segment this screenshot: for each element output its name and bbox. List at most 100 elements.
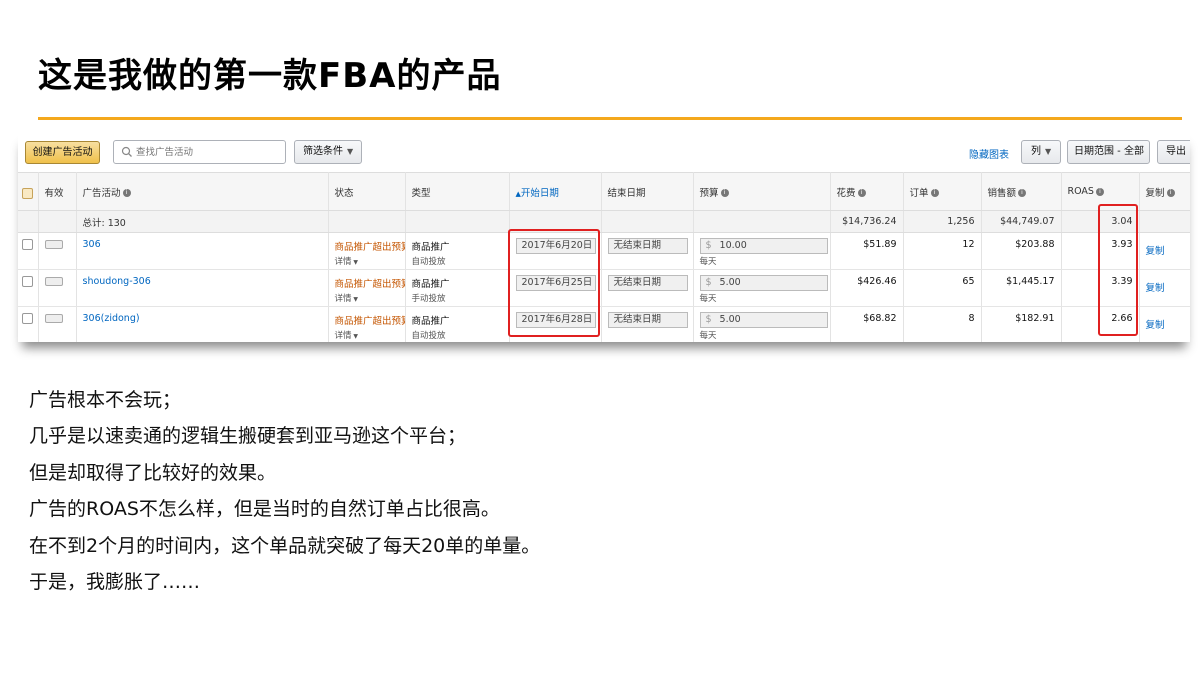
active-toggle[interactable] [44, 314, 63, 323]
type-text: 商品推广 [411, 316, 450, 327]
title-underline [38, 117, 1182, 120]
select-all-checkbox[interactable] [22, 187, 33, 199]
note-line: 于是，我膨胀了…… [29, 571, 201, 594]
header-spend-label: 花费 [836, 187, 856, 199]
copy-link[interactable]: 复制 [1146, 317, 1184, 331]
header-budget[interactable]: 预算 i [693, 172, 831, 211]
slide-notes: 广告根本不会玩； 几乎是以速卖通的逻辑生搬硬套到亚马逊这个平台； 但是却取得了比… [29, 382, 540, 600]
header-spend[interactable]: 花费 i [830, 172, 904, 211]
type-text: 商品推广 [411, 242, 450, 253]
filter-dropdown[interactable]: 筛选条件 ▼ [294, 140, 362, 164]
campaign-link[interactable]: 306 [83, 239, 322, 250]
header-budget-label: 预算 [699, 187, 719, 199]
campaign-table: 有效 广告活动 i 状态 类型 ▲开始日期 结束日期 预算 i 花费 i 订单 i 销售… [18, 172, 1190, 342]
header-campaign-label: 广告活动 [82, 187, 121, 199]
hide-chart-link[interactable]: 隐藏图表 [969, 146, 1009, 161]
chevron-down-icon: ▼ [351, 333, 359, 340]
note-line: 但是却取得了比较好的效果。 [29, 461, 277, 484]
campaign-search-box[interactable] [113, 140, 286, 164]
campaign-manager-screenshot: 创建广告活动 筛选条件▼ 隐藏图表 列▼ 日期范围 - 全部 导出 有效 广告活… [18, 132, 1190, 342]
total-label: 总计: 130 [76, 210, 329, 233]
search-icon [121, 146, 132, 157]
campaign-link[interactable]: 306(zidong) [83, 313, 322, 324]
budget-unit: 每天 [699, 294, 717, 304]
status-details-label: 详情 [334, 331, 352, 341]
orders-value: 65 [962, 276, 975, 287]
total-row: 总计: 130 $14,736.24 1,256 $44,749.07 3.04 [18, 210, 1190, 233]
currency-symbol: $ [705, 240, 712, 251]
columns-dropdown[interactable]: 列 ▼ [1021, 140, 1061, 164]
end-date-field[interactable]: 无结束日期 [607, 238, 688, 254]
note-line: 广告的ROAS不怎么样，但是当时的自然订单占比很高。 [29, 498, 500, 521]
end-date-field[interactable]: 无结束日期 [607, 312, 688, 328]
currency-symbol: $ [705, 277, 712, 288]
chevron-down-icon: ▼ [351, 259, 359, 266]
status-text: 商品推广超出预算 [334, 242, 405, 253]
budget-unit: 每天 [699, 257, 717, 267]
export-button[interactable]: 导出 [1157, 140, 1190, 164]
search-input[interactable] [136, 144, 282, 160]
total-orders: 1,256 [903, 210, 982, 233]
sales-value: $182.91 [1015, 313, 1055, 324]
row-checkbox[interactable] [22, 276, 33, 287]
create-campaign-button[interactable]: 创建广告活动 [25, 141, 100, 164]
slide-title: 这是我做的第一款FBA的产品 [38, 56, 502, 96]
table-row: 306 商品推广超出预算 详情 ▼ 商品推广 自动投放 2017年6月20日 无结束… [18, 232, 1190, 270]
start-date-highlight [508, 229, 600, 337]
status-text: 商品推广超出预算 [334, 279, 405, 290]
chevron-down-icon: ▼ [347, 147, 354, 156]
status-details-link[interactable]: 详情 ▼ [335, 292, 399, 304]
budget-field[interactable]: $5.00 [699, 312, 828, 328]
status-details-label: 详情 [334, 257, 352, 267]
row-checkbox[interactable] [22, 313, 33, 324]
targeting-text: 手动投放 [411, 294, 446, 304]
campaign-link[interactable]: shoudong-306 [83, 276, 322, 287]
header-start-date[interactable]: ▲开始日期 [509, 172, 602, 211]
columns-label: 列 [1031, 146, 1041, 157]
header-copy-label: 复制 [1145, 187, 1165, 199]
chevron-down-icon: ▼ [1045, 147, 1052, 156]
status-details-link[interactable]: 详情 ▼ [335, 329, 399, 341]
sales-value: $1,445.17 [1006, 276, 1055, 287]
header-sales[interactable]: 销售额 i [981, 172, 1062, 211]
status-details-label: 详情 [334, 294, 352, 304]
copy-link[interactable]: 复制 [1146, 280, 1184, 294]
header-campaign[interactable]: 广告活动 i [76, 172, 329, 211]
table-row: shoudong-306 商品推广超出预算 详情 ▼ 商品推广 手动投放 2017年… [18, 269, 1190, 307]
info-icon: i [122, 189, 131, 197]
budget-field[interactable]: $10.00 [699, 238, 828, 254]
header-type[interactable]: 类型 [405, 172, 510, 211]
header-orders[interactable]: 订单 i [903, 172, 982, 211]
total-sales: $44,749.07 [981, 210, 1062, 233]
info-icon: i [930, 189, 939, 197]
spend-value: $68.82 [863, 313, 897, 324]
header-end-date[interactable]: 结束日期 [601, 172, 694, 211]
status-text: 商品推广超出预算 [334, 316, 405, 327]
info-icon: i [720, 189, 729, 197]
header-copy[interactable]: 复制 i [1139, 172, 1190, 211]
budget-unit: 每天 [699, 331, 717, 341]
active-toggle[interactable] [44, 240, 63, 249]
info-icon: i [857, 189, 866, 197]
status-details-link[interactable]: 详情 ▼ [335, 255, 399, 267]
currency-symbol: $ [705, 314, 712, 325]
header-status[interactable]: 状态 [328, 172, 406, 211]
orders-value: 12 [962, 239, 975, 250]
header-orders-label: 订单 [909, 187, 929, 199]
targeting-text: 自动投放 [411, 331, 446, 341]
copy-link[interactable]: 复制 [1146, 243, 1184, 257]
note-line: 在不到2个月的时间内，这个单品就突破了每天20单的单量。 [29, 534, 541, 557]
info-icon: i [1166, 189, 1175, 197]
total-spend: $14,736.24 [830, 210, 904, 233]
active-toggle[interactable] [44, 277, 63, 286]
campaign-toolbar: 创建广告活动 筛选条件▼ 隐藏图表 列▼ 日期范围 - 全部 导出 [18, 132, 1190, 172]
budget-field[interactable]: $5.00 [699, 275, 828, 291]
select-all-header[interactable] [18, 172, 39, 211]
end-date-field[interactable]: 无结束日期 [607, 275, 688, 291]
row-checkbox[interactable] [22, 239, 33, 250]
targeting-text: 自动投放 [411, 257, 446, 267]
date-range-button[interactable]: 日期范围 - 全部 [1067, 140, 1150, 164]
filter-label: 筛选条件 [303, 146, 343, 157]
spend-value: $426.46 [857, 276, 897, 287]
info-icon: i [1095, 187, 1104, 196]
